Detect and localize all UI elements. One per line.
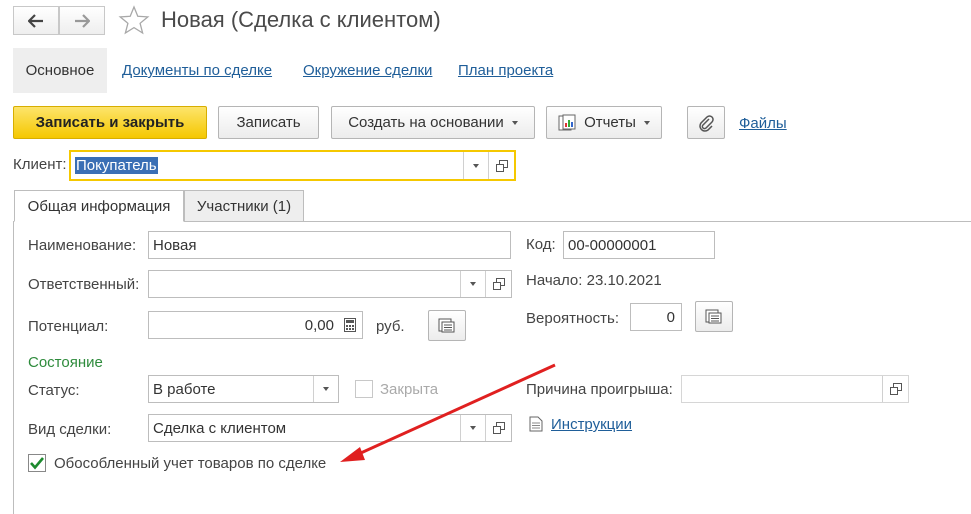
chevron-down-icon <box>470 282 476 286</box>
chevron-down-icon <box>643 120 650 125</box>
potential-calc-button[interactable] <box>428 310 466 341</box>
tab-general-info[interactable]: Общая информация <box>14 190 184 222</box>
responsible-label: Ответственный: <box>28 276 140 293</box>
files-link[interactable]: Файлы <box>739 115 787 132</box>
back-button[interactable] <box>13 6 59 35</box>
loss-reason-field[interactable] <box>681 375 909 403</box>
back-arrow-icon <box>28 13 43 28</box>
tab-deal-environment[interactable]: Окружение сделки <box>303 62 432 79</box>
tab-deal-documents[interactable]: Документы по сделке <box>122 62 272 79</box>
chevron-down-icon <box>511 120 518 125</box>
status-value: В работе <box>153 380 216 398</box>
calculator-button[interactable] <box>338 312 362 338</box>
client-field[interactable]: Покупатель <box>69 150 516 181</box>
closed-checkbox[interactable] <box>355 380 373 398</box>
create-based-on-button[interactable]: Создать на основании <box>331 106 535 139</box>
potential-label: Потенциал: <box>28 318 109 335</box>
closed-label: Закрыта <box>380 381 439 398</box>
deal-type-field[interactable]: Сделка с клиентом <box>148 414 512 442</box>
favorite-button[interactable] <box>118 5 150 39</box>
reports-icon <box>558 114 576 130</box>
probability-calc-button[interactable] <box>695 301 733 332</box>
open-form-icon <box>492 422 505 434</box>
probability-label: Вероятность: <box>526 310 620 327</box>
status-dropdown[interactable] <box>313 376 338 402</box>
chevron-down-icon <box>470 426 476 430</box>
client-value: Покупатель <box>75 157 158 174</box>
responsible-dropdown[interactable] <box>460 271 485 297</box>
loss-reason-open-button[interactable] <box>882 376 908 402</box>
star-icon <box>118 5 150 35</box>
deal-type-label: Вид сделки: <box>28 421 112 438</box>
client-open-button[interactable] <box>488 152 514 179</box>
state-section-title: Состояние <box>28 354 103 371</box>
start-date-text: Начало: 23.10.2021 <box>526 272 662 289</box>
code-value: 00-00000001 <box>568 236 657 254</box>
tab-main[interactable]: Основное <box>13 48 107 93</box>
deal-type-dropdown[interactable] <box>460 415 485 441</box>
calculation-icon <box>705 309 722 323</box>
chevron-down-icon <box>473 163 479 168</box>
separate-accounting-checkbox[interactable] <box>28 454 46 472</box>
open-form-icon <box>495 159 508 172</box>
instructions-link[interactable]: Инструкции <box>551 416 632 433</box>
forward-arrow-icon <box>75 13 90 28</box>
currency-label: руб. <box>376 318 405 335</box>
attach-file-button[interactable] <box>687 106 725 139</box>
forward-button[interactable] <box>59 6 105 35</box>
potential-value: 0,00 <box>304 316 334 334</box>
create-based-on-label: Создать на основании <box>348 114 504 131</box>
name-value: Новая <box>153 236 197 254</box>
loss-reason-label: Причина проигрыша: <box>526 381 673 398</box>
paperclip-icon <box>699 114 714 132</box>
open-form-icon <box>889 383 902 395</box>
code-field[interactable]: 00-00000001 <box>563 231 715 259</box>
probability-field[interactable]: 0 <box>630 303 682 331</box>
name-field[interactable]: Новая <box>148 231 511 259</box>
client-dropdown[interactable] <box>463 152 488 179</box>
responsible-field[interactable] <box>148 270 512 298</box>
deal-type-value: Сделка с клиентом <box>153 419 287 437</box>
status-field[interactable]: В работе <box>148 375 339 403</box>
potential-field[interactable]: 0,00 <box>148 311 363 339</box>
code-label: Код: <box>526 236 556 253</box>
save-button[interactable]: Записать <box>218 106 319 139</box>
reports-button[interactable]: Отчеты <box>546 106 662 139</box>
calculation-icon <box>438 318 455 332</box>
checkmark-icon <box>30 457 44 470</box>
probability-value: 0 <box>666 308 675 326</box>
name-label: Наименование: <box>28 237 137 254</box>
calculator-icon <box>344 318 356 332</box>
responsible-open-button[interactable] <box>485 271 511 297</box>
tab-participants[interactable]: Участники (1) <box>184 190 304 222</box>
client-label: Клиент: <box>13 156 67 173</box>
window-title: Новая (Сделка с клиентом) <box>161 7 441 32</box>
panel-border <box>13 221 14 514</box>
deal-type-open-button[interactable] <box>485 415 511 441</box>
separate-accounting-label: Обособленный учет товаров по сделке <box>54 455 327 472</box>
chevron-down-icon <box>323 387 329 391</box>
reports-label: Отчеты <box>584 114 636 131</box>
document-icon <box>529 416 543 432</box>
tab-project-plan[interactable]: План проекта <box>458 62 553 79</box>
save-and-close-button[interactable]: Записать и закрыть <box>13 106 207 139</box>
status-label: Статус: <box>28 382 80 399</box>
instructions-doc-icon-wrap <box>529 416 543 436</box>
open-form-icon <box>492 278 505 290</box>
